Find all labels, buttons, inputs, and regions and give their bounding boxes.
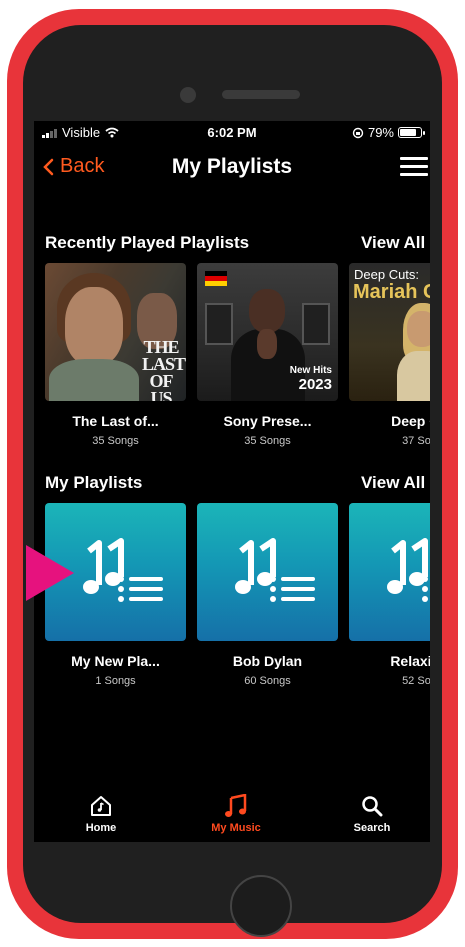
recently-played-row: THE LAST OF US The Last of... 35 Songs N… [45, 263, 430, 463]
home-button[interactable] [230, 875, 292, 937]
my-playlists-view-all-link[interactable]: View All [361, 473, 425, 493]
status-bar: Visible 6:02 PM 79% [34, 121, 430, 143]
earpiece-speaker [222, 90, 300, 99]
card-title: Bob Dylan [232, 653, 303, 669]
tab-label: Home [85, 822, 117, 834]
card-title: Sony Prese... [223, 413, 312, 429]
card-song-count: 35 Songs [92, 435, 139, 447]
card-song-count: 35 Songs [244, 435, 291, 447]
cover-text: New Hits 2023 [289, 365, 332, 393]
tab-home[interactable]: Home [61, 794, 141, 834]
page-title: My Playlists [171, 155, 293, 178]
orientation-lock-icon [352, 127, 364, 138]
card-song-count: 52 Son [402, 675, 430, 687]
search-icon [362, 796, 383, 817]
my-playlists-row: My New Pla... 1 Songs Bob Dylan 60 Songs… [45, 503, 430, 703]
playlist-card-last-of-us[interactable]: THE LAST OF US The Last of... 35 Songs [45, 263, 186, 447]
app-screen: Visible 6:02 PM 79% Back My Playlists Re… [34, 121, 430, 842]
my-playlists-title: My Playlists [45, 473, 143, 492]
battery-level [400, 129, 416, 136]
music-list-icon [83, 538, 163, 602]
cover-art-deep-cuts: Deep Cuts: Mariah C [349, 263, 430, 401]
german-flag-icon [205, 271, 227, 286]
tab-my-music[interactable]: My Music [196, 794, 276, 834]
tab-search[interactable]: Search [332, 794, 412, 834]
card-song-count: 37 Son [402, 435, 430, 447]
nav-bar: Back My Playlists [34, 145, 430, 191]
playlist-default-art [349, 503, 430, 641]
card-title: Deep Cu [391, 413, 430, 429]
status-right: 79% [352, 125, 425, 140]
recently-played-view-all-link[interactable]: View All [361, 233, 425, 253]
music-list-icon [387, 538, 428, 602]
cover-art-last-of-us: THE LAST OF US [45, 263, 186, 401]
my-playlists-header: My Playlists View All [45, 473, 430, 495]
playlist-card-relaxing[interactable]: Relaxing 52 Son [349, 503, 430, 687]
music-list-icon [235, 538, 315, 602]
card-title: My New Pla... [71, 653, 160, 669]
playlist-card-bob-dylan[interactable]: Bob Dylan 60 Songs [197, 503, 338, 687]
home-music-icon [91, 796, 111, 816]
recently-played-header: Recently Played Playlists View All [45, 233, 430, 255]
music-notes-icon [225, 794, 247, 817]
card-title: The Last of... [72, 413, 159, 429]
cover-text: THE LAST OF US [142, 337, 186, 401]
card-title: Relaxing [390, 653, 430, 669]
card-song-count: 60 Songs [244, 675, 291, 687]
playlist-card-deep-cuts[interactable]: Deep Cuts: Mariah C Deep Cu 37 Son [349, 263, 430, 447]
recently-played-title: Recently Played Playlists [45, 233, 250, 252]
card-song-count: 1 Songs [95, 675, 136, 687]
pointer-arrow-icon [26, 545, 74, 601]
tab-label: Search [353, 822, 391, 834]
tab-label: My Music [211, 822, 261, 834]
battery-icon [398, 127, 425, 138]
tab-bar: Home My Music Search [34, 790, 430, 842]
hamburger-menu-icon[interactable] [400, 157, 428, 177]
front-camera [180, 87, 196, 103]
battery-percent: 79% [367, 125, 394, 140]
playlist-default-art [197, 503, 338, 641]
cover-art-sony-new-hits: New Hits 2023 [197, 263, 338, 401]
playlist-card-sony[interactable]: New Hits 2023 Sony Prese... 35 Songs [197, 263, 338, 447]
